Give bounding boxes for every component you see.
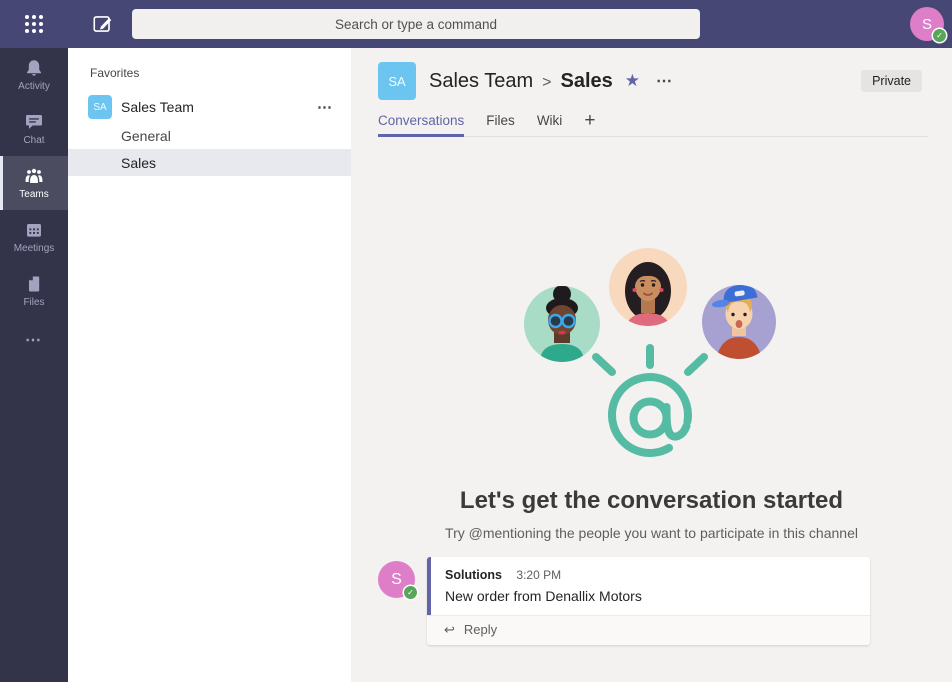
presence-available-icon: ✓	[933, 29, 946, 42]
presence-available-icon: ✓	[404, 586, 417, 599]
rail-label: Meetings	[14, 243, 55, 254]
message-text: New order from Denallix Motors	[445, 588, 856, 604]
channel-header: SA Sales Team > Sales ★ ⋯ Private	[351, 48, 952, 100]
app-launcher-waffle-icon[interactable]	[23, 13, 45, 35]
reply-arrow-icon: ↩	[444, 622, 455, 637]
team-avatar-large: SA	[378, 62, 416, 100]
channel-breadcrumb: Sales Team > Sales	[429, 70, 613, 93]
rail-item-meetings[interactable]: Meetings	[0, 210, 68, 264]
user-avatar[interactable]: S ✓	[910, 7, 944, 41]
empty-state-title: Let's get the conversation started	[351, 487, 952, 515]
message-row: S ✓ Solutions 3:20 PM New order from Den…	[378, 557, 870, 645]
user-avatar-initial: S	[922, 16, 932, 33]
rail-label: Teams	[19, 189, 48, 200]
message-timestamp: 3:20 PM	[516, 568, 561, 582]
channel-name: General	[121, 128, 171, 144]
rail-label: Chat	[23, 135, 44, 146]
add-tab-button[interactable]: +	[584, 110, 595, 136]
file-icon	[24, 274, 44, 294]
chat-icon	[24, 112, 44, 132]
team-avatar: SA	[88, 95, 112, 119]
calendar-icon	[24, 220, 44, 240]
favorites-section-label: Favorites	[90, 66, 351, 80]
message-meta: Solutions 3:20 PM	[445, 566, 856, 584]
channel-item-sales[interactable]: Sales	[68, 149, 351, 176]
channel-sidebar: Favorites SA Sales Team ⋯ General Sales	[68, 48, 351, 682]
tab-files[interactable]: Files	[486, 113, 515, 136]
team-more-button[interactable]: ⋯	[317, 98, 333, 116]
breadcrumb-team-name[interactable]: Sales Team	[429, 70, 533, 92]
sidebar-team-sales-team[interactable]: SA Sales Team ⋯	[68, 92, 351, 122]
channel-tabs: Conversations Files Wiki +	[378, 110, 928, 137]
mention-illustration	[507, 241, 797, 471]
channel-more-button[interactable]: ⋯	[656, 71, 673, 91]
compose-icon[interactable]	[91, 12, 115, 36]
channel-item-general[interactable]: General	[68, 122, 351, 149]
reply-label: Reply	[464, 622, 497, 637]
top-bar: S ✓	[0, 0, 952, 48]
rail-item-files[interactable]: Files	[0, 264, 68, 318]
rail-label: Activity	[18, 81, 50, 92]
team-name: Sales Team	[121, 99, 194, 115]
rail-label: Files	[23, 297, 44, 308]
rail-more-button[interactable]: ⋯	[0, 330, 68, 350]
avatar-woman-long-hair	[609, 248, 687, 327]
empty-state: Let's get the conversation started Try @…	[351, 241, 952, 541]
message-body: Solutions 3:20 PM New order from Denalli…	[427, 557, 870, 615]
channel-name: Sales	[121, 155, 156, 171]
search-input[interactable]	[132, 9, 700, 39]
breadcrumb-separator: >	[542, 74, 551, 91]
favorite-star-icon[interactable]: ★	[625, 71, 640, 91]
teams-icon	[24, 166, 44, 186]
main-content: SA Sales Team > Sales ★ ⋯ Private Conversa…	[351, 48, 952, 682]
tab-wiki[interactable]: Wiki	[537, 113, 563, 136]
message-sender-avatar: S ✓	[378, 561, 415, 598]
bell-icon	[24, 58, 44, 78]
breadcrumb-channel-name: Sales	[560, 70, 612, 92]
message-card[interactable]: Solutions 3:20 PM New order from Denalli…	[427, 557, 870, 645]
message-avatar-initial: S	[391, 571, 402, 589]
rail-item-teams[interactable]: Teams	[0, 156, 68, 210]
privacy-badge: Private	[861, 70, 922, 92]
reply-button[interactable]: ↩ Reply	[427, 615, 870, 645]
rail-item-activity[interactable]: Activity	[0, 48, 68, 102]
rail-item-chat[interactable]: Chat	[0, 102, 68, 156]
empty-state-subtitle: Try @mentioning the people you want to p…	[351, 525, 952, 541]
avatar-person-cap	[702, 283, 776, 359]
tab-conversations[interactable]: Conversations	[378, 113, 464, 137]
app-rail: Activity Chat Teams Meetings	[0, 48, 68, 682]
avatar-woman-glasses	[524, 285, 600, 362]
at-mention-icon	[596, 348, 704, 453]
message-sender-name: Solutions	[445, 568, 502, 582]
